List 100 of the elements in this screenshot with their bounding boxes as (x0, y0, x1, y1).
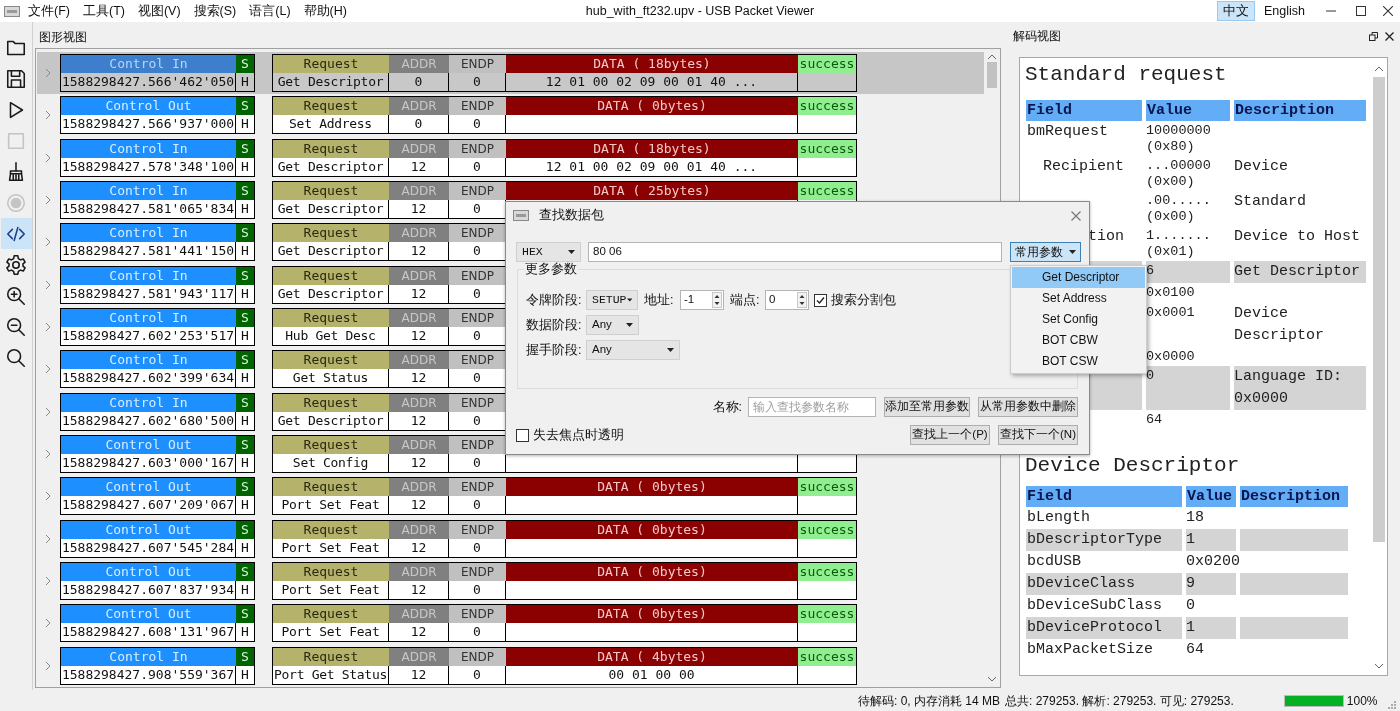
endp-label: ENDP (449, 563, 506, 582)
timestamp: 1588298427.607'209'067 (61, 496, 236, 515)
transfer-type: Control In (61, 647, 236, 666)
request-label: Request (273, 224, 389, 243)
status-label: success (798, 605, 856, 624)
transfer-type: Control In (61, 393, 236, 412)
endp-label: ENDP (449, 139, 506, 158)
column-header: Value (1146, 100, 1230, 121)
request-label: Request (273, 55, 389, 74)
request-name: Port Set Feat (273, 581, 389, 600)
handshake-label: H (236, 369, 254, 388)
endp-value: 0 (449, 369, 506, 388)
data-header: DATA ( 0bytes) (506, 563, 798, 582)
addr-label: ADDR (389, 393, 449, 412)
request-label: Request (273, 647, 389, 666)
endp-label: ENDP (449, 393, 506, 412)
sync-label: S (236, 436, 254, 455)
value-cell: 9 (1186, 572, 1236, 595)
endp-value: 0 (449, 581, 506, 600)
sync-label: S (236, 182, 254, 201)
endp-label: ENDP (449, 478, 506, 497)
sync-label: S (236, 647, 254, 666)
addr-label: ADDR (389, 351, 449, 370)
data-header: DATA ( 4bytes) (506, 647, 798, 666)
endp-value: 0 (449, 115, 506, 134)
data-header: DATA ( 0bytes) (506, 605, 798, 624)
addr-label: ADDR (389, 55, 449, 74)
request-label: Request (273, 266, 389, 285)
sync-label: S (236, 520, 254, 539)
status-label: success (798, 478, 856, 497)
transfer-type: Control Out (61, 605, 236, 624)
transfer-type: Control In (61, 55, 236, 74)
addr-value: 12 (389, 200, 449, 219)
addr-label: ADDR (389, 563, 449, 582)
description-cell: Get Descriptor (1234, 261, 1366, 283)
data-header: DATA ( 0bytes) (506, 520, 798, 539)
timestamp: 1588298427.607'837'934 (61, 581, 236, 600)
field-label: 地址: (644, 291, 675, 309)
transfer-type: Control In (61, 266, 236, 285)
transfer-type: Control In (61, 182, 236, 201)
field-label: 端点: (730, 291, 761, 309)
status-label: success (798, 520, 856, 539)
handshake-label: H (236, 454, 254, 473)
endp-label: ENDP (449, 605, 506, 624)
sync-label: S (236, 224, 254, 243)
status-label: success (798, 139, 856, 158)
timestamp: 1588298427.602'253'517 (61, 327, 236, 346)
request-label: Request (273, 520, 389, 539)
endp-value: 0 (449, 327, 506, 346)
dialog-title: 查找数据包 (539, 207, 604, 225)
data-header: DATA ( 0bytes) (506, 478, 798, 497)
group-title: 更多参数 (524, 262, 578, 276)
status-label: success (798, 55, 856, 74)
sync-label: S (236, 97, 254, 116)
panel-title: 解码视图 (1013, 28, 1061, 45)
addr-label: ADDR (389, 605, 449, 624)
request-label: Request (273, 605, 389, 624)
status-label: success (798, 182, 856, 201)
status-label: success (798, 97, 856, 116)
field-label: 握手阶段: (526, 341, 583, 359)
data-header: DATA ( 25bytes) (506, 182, 798, 201)
request-label: Request (273, 351, 389, 370)
column-header: Description (1234, 100, 1366, 121)
sync-label: S (236, 478, 254, 497)
addr-value: 12 (389, 242, 449, 261)
addr-label: ADDR (389, 478, 449, 497)
field-label: 令牌阶段: (526, 291, 583, 309)
handshake-label: H (236, 242, 254, 261)
request-name: Hub Get Desc (273, 327, 389, 346)
section-heading: Device Descriptor (1025, 453, 1241, 478)
status-label: success (798, 647, 856, 666)
timestamp: 1588298427.602'399'634 (61, 369, 236, 388)
sync-label: S (236, 605, 254, 624)
endp-label: ENDP (449, 224, 506, 243)
timestamp: 1588298427.566'937'000 (61, 115, 236, 134)
transfer-type: Control Out (61, 436, 236, 455)
endp-label: ENDP (449, 55, 506, 74)
value-cell: 0 (1146, 366, 1230, 410)
addr-label: ADDR (389, 309, 449, 328)
request-name: Get Descriptor (273, 242, 389, 261)
addr-label: ADDR (389, 436, 449, 455)
timestamp: 1588298427.581'065'834 (61, 200, 236, 219)
panel-title: 图形视图 (39, 29, 87, 46)
description-cell: Language ID: 0x0000 (1234, 366, 1366, 410)
handshake-label: H (236, 623, 254, 642)
request-name: Get Descriptor (273, 200, 389, 219)
transfer-type: Control Out (61, 520, 236, 539)
transfer-type: Control Out (61, 563, 236, 582)
column-header: Value (1186, 485, 1236, 507)
window-title: hub_with_ft232.upv - USB Packet Viewer (584, 2, 816, 20)
value-cell: 1 (1186, 616, 1236, 639)
handshake-label: H (236, 496, 254, 515)
column-header: Field (1026, 485, 1182, 507)
field-cell: bDeviceClass (1026, 572, 1182, 595)
addr-value: 12 (389, 369, 449, 388)
field-cell: bDeviceProtocol (1026, 616, 1182, 639)
progress-text: 100% (1346, 692, 1378, 710)
checkbox-label: 搜索分割包 (831, 291, 896, 309)
endp-value: 0 (449, 496, 506, 515)
status-text: 总共: 279253. 解析: 279253. 可见: 279253. (1005, 692, 1234, 710)
